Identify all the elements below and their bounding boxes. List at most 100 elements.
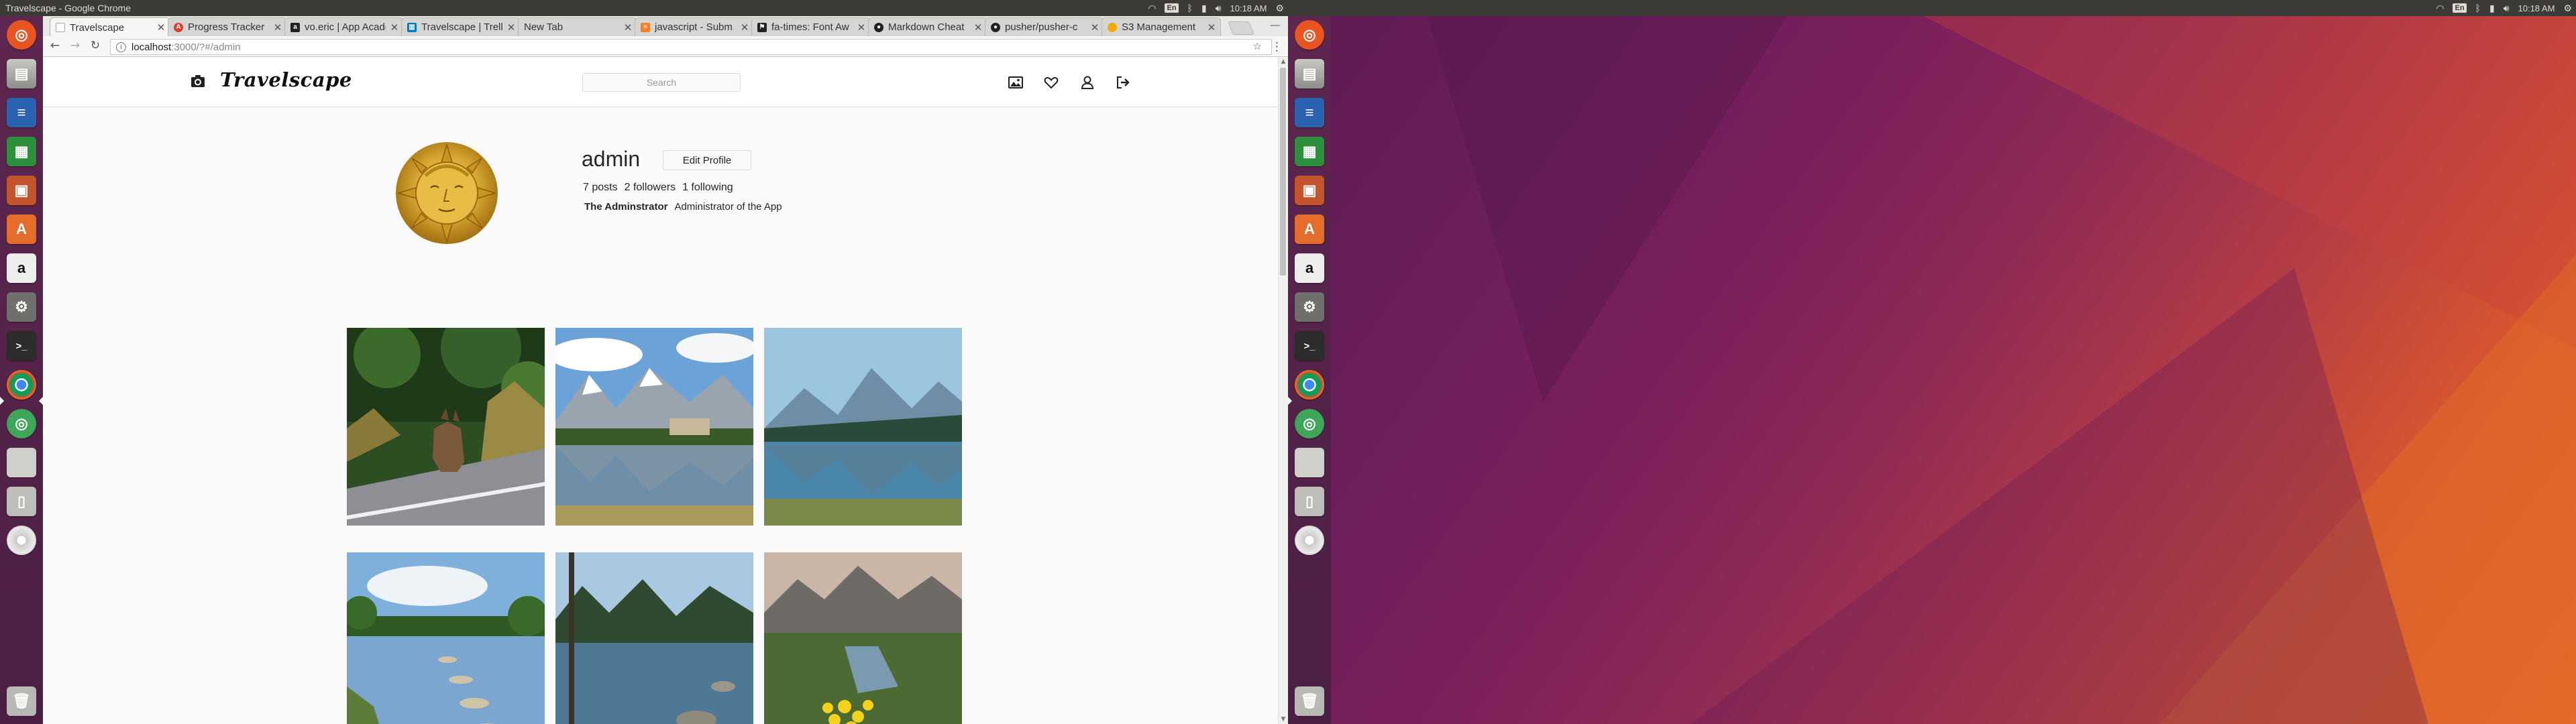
chrome-icon[interactable]	[7, 370, 36, 400]
tab-markdown[interactable]: ● Markdown Cheat ✕	[868, 17, 987, 36]
heart-icon[interactable]	[1043, 74, 1059, 90]
keyboard-indicator[interactable]: En	[1165, 3, 1179, 13]
calc-icon[interactable]: ▦	[1295, 137, 1324, 166]
close-icon[interactable]: ✕	[273, 21, 282, 34]
search-input[interactable]: Search	[582, 73, 741, 92]
amazon-icon[interactable]: a	[7, 253, 36, 283]
gear-icon[interactable]: ⚙	[1275, 0, 1284, 16]
system-icon[interactable]: ◎	[1295, 409, 1324, 438]
close-icon[interactable]: ✕	[506, 21, 516, 34]
tab-trello[interactable]: ▥ Travelscape | Trello ✕	[401, 17, 521, 36]
usb-drive-icon[interactable]: ▯	[1295, 487, 1324, 516]
new-tab-button[interactable]	[1228, 21, 1254, 35]
clock[interactable]: 10:18 AM	[2518, 3, 2555, 13]
tab-new-tab[interactable]: New Tab ✕	[518, 17, 637, 36]
battery-icon[interactable]: ▮	[1201, 0, 1207, 16]
profile-description: Administrator of the App	[674, 201, 782, 213]
volume-icon[interactable]: 🔊︎	[1216, 0, 1222, 16]
minimize-icon[interactable]: ―	[1271, 20, 1280, 31]
user-icon[interactable]	[1079, 74, 1095, 90]
keyboard-indicator[interactable]: En	[2453, 3, 2467, 13]
close-icon[interactable]: ✕	[1207, 21, 1216, 34]
bluetooth-icon[interactable]: ᛒ	[1187, 0, 1193, 16]
terminal-icon[interactable]: >_	[7, 331, 36, 361]
amazon-icon[interactable]: a	[1295, 253, 1324, 283]
calc-icon[interactable]: ▦	[7, 137, 36, 166]
info-icon[interactable]: i	[116, 42, 126, 52]
ubuntu-dash-icon[interactable]: ◎	[7, 20, 36, 50]
followers-count[interactable]: 2 followers	[625, 182, 676, 194]
following-count[interactable]: 1 following	[682, 182, 733, 194]
tab-progress-tracker[interactable]: A Progress Tracker ✕	[168, 17, 287, 36]
trash-icon[interactable]: 🗑︎	[7, 686, 36, 716]
bluetooth-icon[interactable]: ᛒ	[2475, 0, 2481, 16]
drive-icon[interactable]	[7, 448, 36, 477]
drive-icon[interactable]	[1295, 448, 1324, 477]
usb-drive-icon[interactable]: ▯	[7, 487, 36, 516]
edit-profile-button[interactable]: Edit Profile	[663, 150, 751, 170]
software-center-icon[interactable]: A	[1295, 215, 1324, 244]
software-center-icon[interactable]: A	[7, 215, 36, 244]
photo-tile[interactable]	[555, 552, 753, 724]
ubuntu-dash-icon[interactable]: ◎	[1295, 20, 1324, 50]
tab-font-awesome[interactable]: ⚑ fa-times: Font Aw ✕	[751, 17, 871, 36]
wifi-icon[interactable]: ◠	[2436, 0, 2444, 16]
sign-out-icon[interactable]	[1115, 74, 1131, 90]
system-icon[interactable]: ◎	[7, 409, 36, 438]
tab-vo-eric[interactable]: a vo.eric | App Academy ✕	[284, 17, 404, 36]
close-icon[interactable]: ✕	[857, 21, 866, 34]
dvd-icon[interactable]	[7, 526, 36, 555]
brand-logo[interactable]: Travelscape	[220, 68, 352, 91]
photo-tile[interactable]	[347, 552, 545, 724]
files-icon[interactable]: ▤	[7, 59, 36, 88]
menu-icon[interactable]: ⋮	[1271, 40, 1283, 54]
photo-tile[interactable]	[555, 328, 753, 526]
tab-stackoverflow[interactable]: ≡ javascript - Subm ✕	[635, 17, 754, 36]
clock[interactable]: 10:18 AM	[1230, 3, 1267, 13]
impress-icon[interactable]: ▣	[7, 176, 36, 205]
files-icon[interactable]: ▤	[1295, 59, 1324, 88]
volume-icon[interactable]: 🔊︎	[2504, 0, 2510, 16]
writer-icon[interactable]: ≡	[7, 98, 36, 127]
close-icon[interactable]: ✕	[1090, 21, 1099, 34]
close-icon[interactable]: ✕	[156, 21, 166, 34]
chrome-running-indicator	[1288, 397, 1292, 405]
avatar[interactable]	[396, 142, 498, 244]
close-icon[interactable]: ✕	[623, 21, 633, 34]
impress-icon[interactable]: ▣	[1295, 176, 1324, 205]
writer-icon[interactable]: ≡	[1295, 98, 1324, 127]
tab-travelscape[interactable]: Travelscape ✕	[50, 17, 170, 37]
image-icon[interactable]	[1008, 74, 1024, 90]
gear-icon[interactable]: ⚙	[2563, 0, 2572, 16]
back-icon[interactable]: ←	[48, 39, 62, 52]
dvd-icon[interactable]	[1295, 526, 1324, 555]
forward-icon[interactable]: →	[68, 39, 82, 52]
chrome-icon[interactable]	[1295, 370, 1324, 400]
settings-icon[interactable]: ⚙	[1295, 292, 1324, 322]
scroll-down-icon[interactable]: ▼	[1279, 716, 1288, 723]
photo-tile[interactable]	[764, 552, 962, 724]
url-path: :3000/?#/admin	[171, 41, 241, 53]
terminal-icon[interactable]: >_	[1295, 331, 1324, 361]
close-icon[interactable]: ✕	[740, 21, 749, 34]
mountain-lake-photo	[555, 328, 753, 526]
trash-icon[interactable]: 🗑︎	[1295, 686, 1324, 716]
close-icon[interactable]: ✕	[390, 21, 399, 34]
tab-s3[interactable]: S3 Management ✕	[1102, 17, 1221, 36]
wifi-icon[interactable]: ◠	[1148, 0, 1156, 16]
photo-tile[interactable]	[764, 328, 962, 526]
reload-icon[interactable]: ↻	[89, 39, 102, 52]
scrollbar-thumb[interactable]	[1280, 68, 1286, 276]
camera-icon[interactable]	[191, 74, 205, 88]
settings-icon[interactable]: ⚙	[7, 292, 36, 322]
battery-icon[interactable]: ▮	[2489, 0, 2495, 16]
scrollbar[interactable]: ▲ ▼	[1278, 57, 1288, 724]
bookmark-star-icon[interactable]: ☆	[1253, 40, 1267, 52]
tab-label: fa-times: Font Aw	[771, 21, 849, 33]
close-icon[interactable]: ✕	[973, 21, 983, 34]
photo-tile[interactable]	[347, 328, 545, 526]
tab-label: New Tab	[524, 21, 564, 33]
tab-pusher[interactable]: ● pusher/pusher-c ✕	[985, 17, 1104, 36]
scroll-up-icon[interactable]: ▲	[1279, 58, 1288, 65]
url-input[interactable]: i localhost:3000/?#/admin ☆	[110, 39, 1272, 55]
